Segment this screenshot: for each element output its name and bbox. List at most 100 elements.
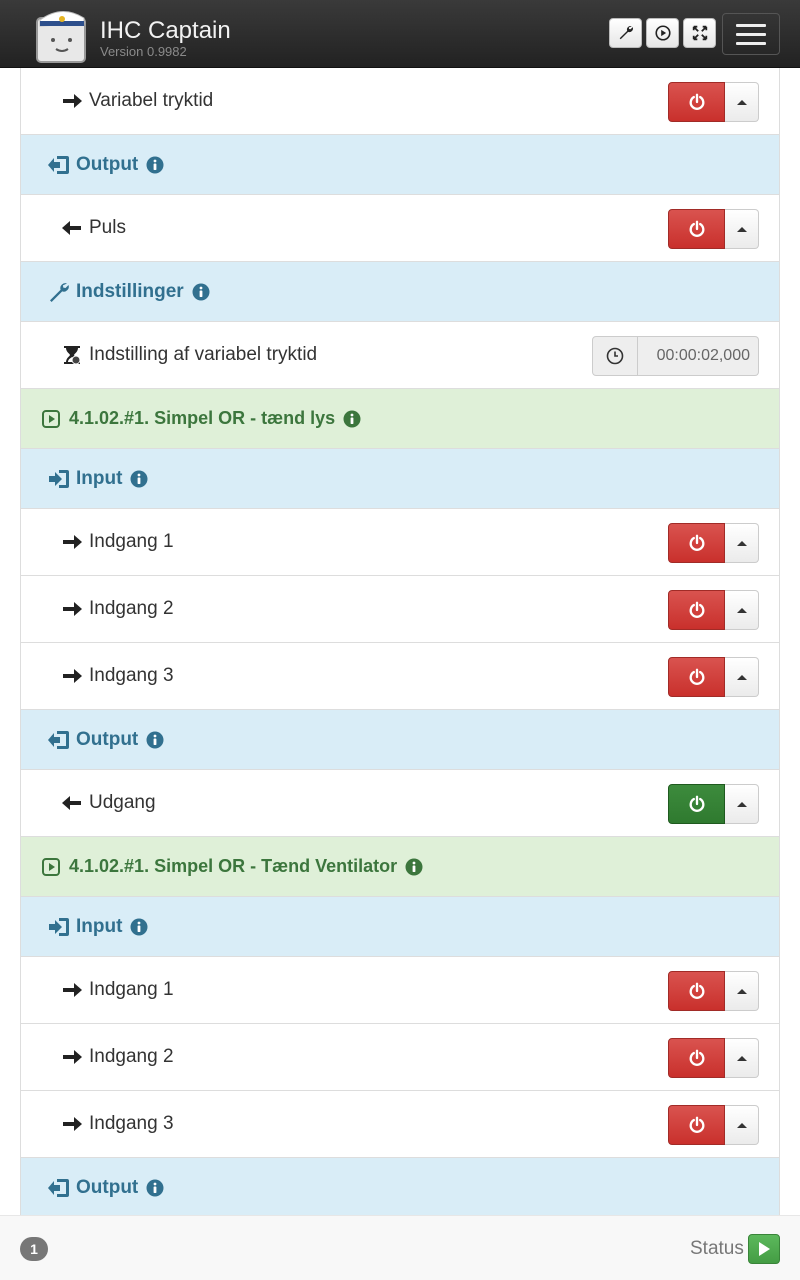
info-icon[interactable] (146, 731, 164, 749)
play-icon (759, 1242, 770, 1256)
captain-logo[interactable] (34, 4, 90, 64)
arrow-right-icon (61, 90, 83, 112)
arrow-left-icon (61, 217, 83, 239)
app-version: Version 0.9982 (100, 44, 187, 59)
hamburger-menu-button[interactable] (722, 13, 780, 55)
dropdown-toggle-button[interactable] (725, 82, 759, 122)
power-icon (689, 93, 704, 110)
section-header-output: Output (20, 709, 780, 770)
io-row: Indgang 2 (20, 575, 780, 643)
power-icon (689, 534, 704, 551)
dropdown-toggle-button[interactable] (725, 523, 759, 563)
io-row: Puls (20, 194, 780, 262)
power-toggle-button[interactable] (668, 590, 725, 630)
dropdown-toggle-button[interactable] (725, 1038, 759, 1078)
io-row: Indgang 3 (20, 642, 780, 710)
row-label: Indgang 3 (89, 1113, 174, 1134)
caret-up-icon (736, 226, 747, 232)
footer: 1 Status (0, 1215, 800, 1280)
info-icon[interactable] (146, 1179, 164, 1197)
group-header: 4.1.02.#1. Simpel OR - tænd lys (20, 388, 780, 449)
arrow-right-icon (61, 1113, 83, 1135)
dropdown-toggle-button[interactable] (725, 784, 759, 824)
play-square-icon (41, 409, 61, 429)
caret-up-icon (736, 801, 747, 807)
info-icon[interactable] (130, 470, 148, 488)
caret-up-icon (736, 988, 747, 994)
power-toggle-button[interactable] (668, 523, 725, 563)
row-label: Indgang 2 (89, 598, 174, 619)
power-toggle-button[interactable] (668, 1105, 725, 1145)
io-row: Indgang 1 (20, 956, 780, 1024)
section-header-indstillinger: Indstillinger (20, 261, 780, 322)
arrow-right-icon (61, 979, 83, 1001)
clock-addon[interactable] (592, 336, 638, 376)
row-label: Indgang 2 (89, 1046, 174, 1067)
dropdown-toggle-button[interactable] (725, 657, 759, 697)
power-toggle-button[interactable] (668, 82, 725, 122)
info-icon[interactable] (146, 156, 164, 174)
section-header-output: Output (20, 134, 780, 195)
app-root: IHC Captain Version 0.9982 Variabel tryk… (0, 0, 800, 1280)
arrow-right-icon (61, 598, 83, 620)
run-button[interactable] (646, 18, 679, 48)
section-label: Output (76, 728, 139, 750)
io-row: Variabel tryktid (20, 67, 780, 135)
wrench-icon (619, 26, 633, 40)
info-icon[interactable] (343, 410, 361, 428)
toggle-group (668, 657, 759, 697)
output-icon (47, 1176, 71, 1200)
fullscreen-icon (692, 25, 707, 41)
time-value-input[interactable]: 00:00:02,000 (638, 336, 759, 376)
power-icon (689, 1116, 704, 1133)
section-label: Output (76, 1176, 139, 1198)
caret-up-icon (736, 607, 747, 613)
section-label: Output (76, 153, 139, 175)
hourglass-icon (61, 344, 83, 366)
row-label: Indstilling af variabel tryktid (89, 344, 318, 365)
dropdown-toggle-button[interactable] (725, 1105, 759, 1145)
section-label: Indstillinger (76, 280, 184, 302)
arrow-right-icon (61, 665, 83, 687)
dropdown-toggle-button[interactable] (725, 209, 759, 249)
row-label: Puls (89, 217, 126, 238)
power-toggle-button[interactable] (668, 784, 725, 824)
group-label: 4.1.02.#1. Simpel OR - tænd lys (69, 408, 336, 428)
power-icon (689, 668, 704, 685)
hamburger-menu-icon (736, 23, 766, 27)
io-row: Indgang 2 (20, 1023, 780, 1091)
toggle-group (668, 82, 759, 122)
toggle-group (668, 209, 759, 249)
status-button[interactable] (748, 1234, 780, 1264)
output-icon (47, 728, 71, 752)
power-toggle-button[interactable] (668, 971, 725, 1011)
toggle-group (668, 1105, 759, 1145)
navbar: IHC Captain Version 0.9982 (0, 0, 800, 68)
toggle-group (668, 523, 759, 563)
power-toggle-button[interactable] (668, 657, 725, 697)
section-label: Input (76, 915, 123, 937)
power-icon (689, 982, 704, 999)
play-square-icon (41, 857, 61, 877)
time-input-group: 00:00:02,000 (592, 336, 759, 376)
app-title: IHC Captain (100, 17, 231, 44)
power-toggle-button[interactable] (668, 1038, 725, 1078)
caret-up-icon (736, 674, 747, 680)
input-icon (47, 915, 71, 939)
dropdown-toggle-button[interactable] (725, 971, 759, 1011)
row-label: Variabel tryktid (89, 90, 214, 111)
setting-row: Indstilling af variabel tryktid 00:00:02,… (20, 321, 780, 389)
fullscreen-button[interactable] (683, 18, 716, 48)
notification-badge[interactable]: 1 (20, 1237, 48, 1261)
info-icon[interactable] (405, 858, 423, 876)
caret-up-icon (736, 99, 747, 105)
info-icon[interactable] (192, 283, 210, 301)
power-toggle-button[interactable] (668, 209, 725, 249)
input-icon (47, 467, 71, 491)
dropdown-toggle-button[interactable] (725, 590, 759, 630)
row-label: Indgang 1 (89, 531, 174, 552)
toggle-group (668, 1038, 759, 1078)
row-label: Indgang 3 (89, 665, 174, 686)
settings-button[interactable] (609, 18, 642, 48)
info-icon[interactable] (130, 918, 148, 936)
